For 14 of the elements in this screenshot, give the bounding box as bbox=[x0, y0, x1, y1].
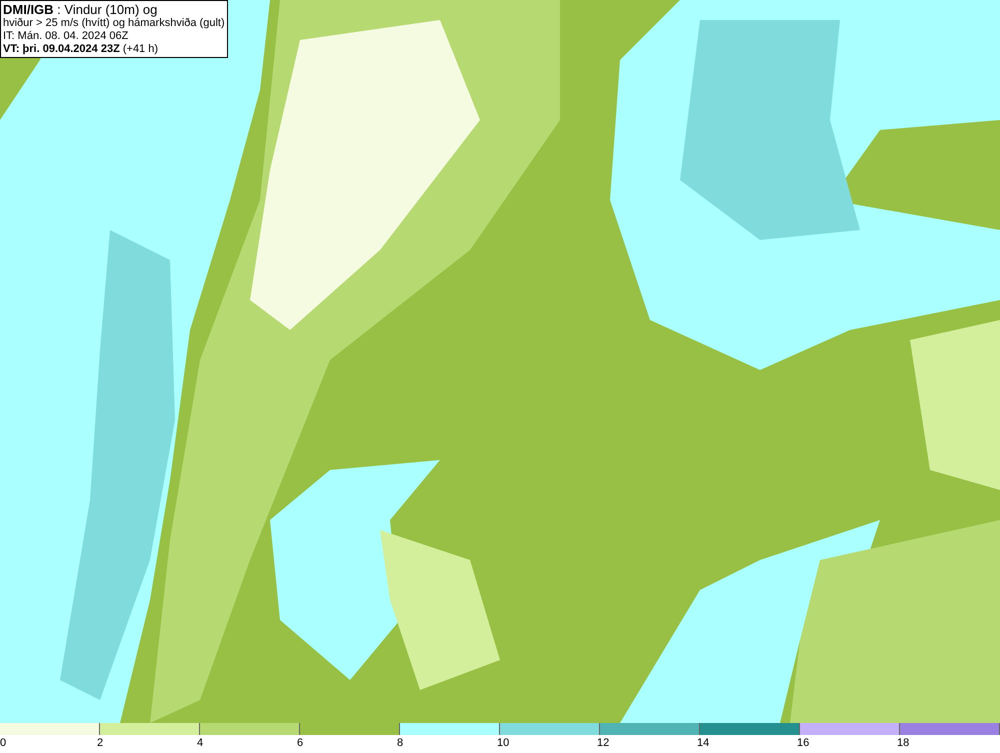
title-line: DMI/IGB : Vindur (10m) og bbox=[3, 2, 158, 17]
legend-tick-label: 10 bbox=[497, 737, 510, 750]
legend-tick-label: 16 bbox=[797, 737, 810, 750]
title-line: IT: Mán. 08. 04. 2024 06Z bbox=[3, 30, 130, 43]
title-line: VT: þri. 09.04.2024 23Z (+41 h) bbox=[3, 43, 160, 56]
legend-tick-label: 8 bbox=[397, 737, 404, 750]
title-line: hviður > 25 m/s (hvítt) og hámarkshviða (gult) bbox=[3, 17, 225, 30]
legend-tick-label: 18 bbox=[897, 737, 910, 750]
legend-tick-label: 2 bbox=[97, 737, 104, 750]
legend-tick-label: 0 bbox=[0, 737, 6, 750]
legend-tick-label: 12 bbox=[597, 737, 610, 750]
legend-tick-label: 14 bbox=[697, 737, 710, 750]
legend-tick-label: 6 bbox=[297, 737, 304, 750]
legend-tick-label: 4 bbox=[197, 737, 204, 750]
